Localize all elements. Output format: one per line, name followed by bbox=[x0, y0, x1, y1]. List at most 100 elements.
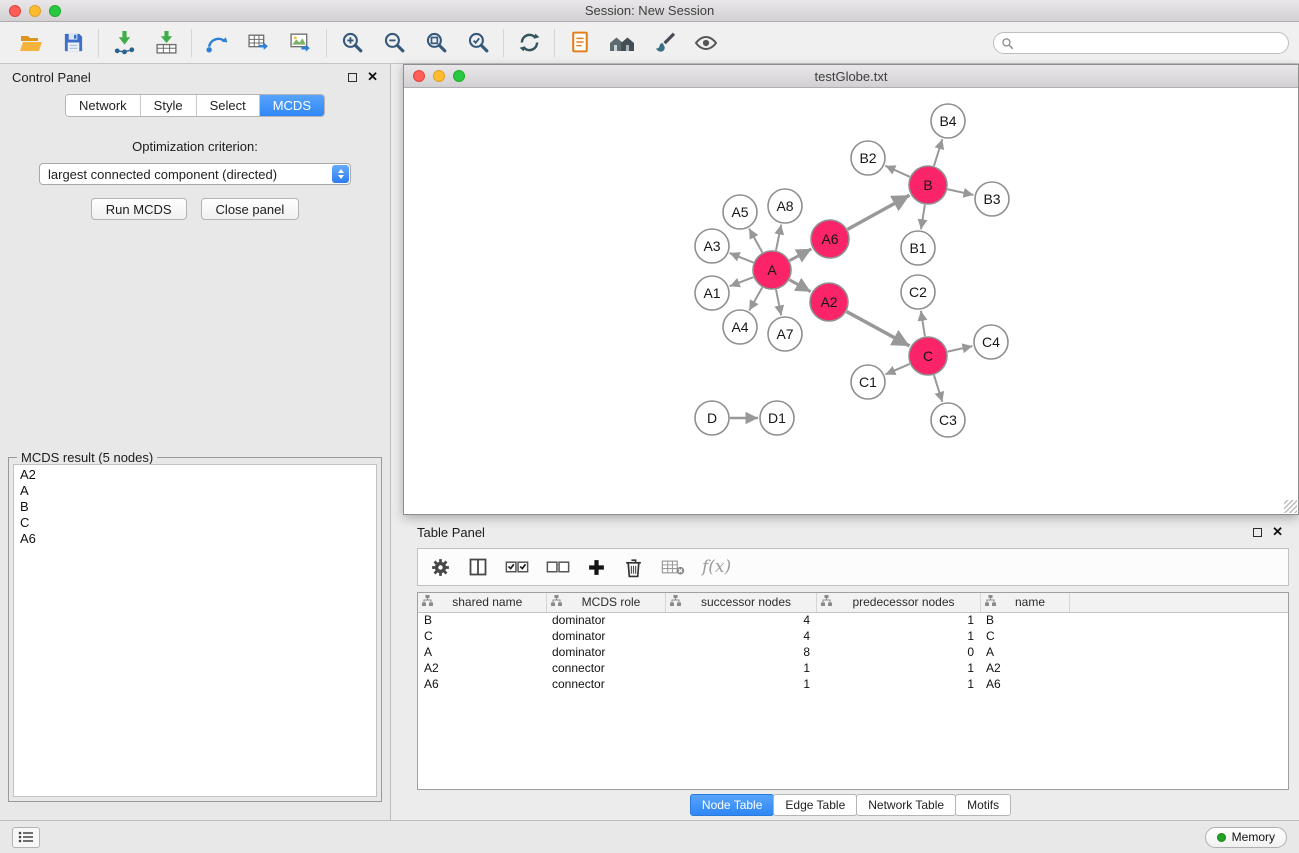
edge-A-A3[interactable] bbox=[730, 253, 754, 263]
tab-node-table[interactable]: Node Table bbox=[690, 794, 775, 816]
table-cell[interactable]: 4 bbox=[665, 628, 816, 644]
tab-network-table[interactable]: Network Table bbox=[856, 794, 956, 816]
refresh-view-button[interactable] bbox=[508, 25, 550, 61]
edge-C-C2[interactable] bbox=[921, 311, 925, 336]
delete-column-button[interactable] bbox=[661, 559, 685, 576]
table-cell[interactable]: A bbox=[418, 644, 546, 660]
table-row[interactable]: Adominator80A bbox=[418, 644, 1288, 660]
table-cell[interactable]: 1 bbox=[816, 676, 980, 692]
column-header-successor-nodes[interactable]: successor nodes bbox=[665, 593, 816, 612]
tab-style[interactable]: Style bbox=[141, 95, 197, 116]
tab-motifs[interactable]: Motifs bbox=[955, 794, 1011, 816]
table-cell[interactable]: dominator bbox=[546, 644, 665, 660]
table-cell[interactable]: B bbox=[418, 612, 546, 628]
zoom-in-button[interactable] bbox=[331, 25, 373, 61]
result-item[interactable]: A2 bbox=[20, 467, 370, 483]
edge-B-B3[interactable] bbox=[948, 189, 974, 195]
search-input[interactable] bbox=[993, 32, 1289, 54]
mcds-result-list[interactable]: A2ABCA6 bbox=[13, 464, 377, 797]
minimize-window-button[interactable] bbox=[29, 5, 41, 17]
tab-select[interactable]: Select bbox=[197, 95, 260, 116]
table-cell[interactable]: 0 bbox=[816, 644, 980, 660]
table-cell[interactable]: 1 bbox=[665, 660, 816, 676]
edge-B-B1[interactable] bbox=[921, 205, 925, 229]
edge-A2-C[interactable] bbox=[847, 312, 910, 346]
network-graph[interactable]: B4B2BB3A5A8A6A3B1AC2A1A2A4A7C4CC1C3DD1 bbox=[404, 88, 1298, 514]
edge-A6-B[interactable] bbox=[848, 195, 910, 229]
close-table-panel-icon[interactable]: ✕ bbox=[1272, 527, 1283, 537]
float-table-panel-icon[interactable] bbox=[1253, 528, 1262, 537]
result-item[interactable]: A bbox=[20, 483, 370, 499]
first-neighbors-button[interactable] bbox=[559, 25, 601, 61]
criterion-dropdown[interactable]: largest connected component (directed) bbox=[39, 163, 351, 185]
column-header-mcds-role[interactable]: MCDS role bbox=[546, 593, 665, 612]
resize-grip[interactable] bbox=[1284, 500, 1297, 513]
column-header-shared-name[interactable]: shared name bbox=[418, 593, 546, 612]
table-row[interactable]: A6connector11A6 bbox=[418, 676, 1288, 692]
network-window-titlebar[interactable]: testGlobe.txt bbox=[404, 65, 1298, 88]
home-button[interactable] bbox=[601, 25, 643, 61]
close-panel-button[interactable]: Close panel bbox=[201, 198, 300, 220]
float-panel-icon[interactable] bbox=[348, 73, 357, 82]
export-image-button[interactable] bbox=[280, 25, 322, 61]
tab-network[interactable]: Network bbox=[66, 95, 141, 116]
table-settings-button[interactable] bbox=[430, 557, 451, 578]
table-cell[interactable]: 8 bbox=[665, 644, 816, 660]
node-table-container[interactable]: shared nameMCDS rolesuccessor nodesprede… bbox=[417, 592, 1289, 790]
save-session-button[interactable] bbox=[52, 25, 94, 61]
show-column-button[interactable] bbox=[468, 557, 488, 577]
network-canvas[interactable]: B4B2BB3A5A8A6A3B1AC2A1A2A4A7C4CC1C3DD1 bbox=[404, 88, 1298, 514]
status-menu-button[interactable] bbox=[12, 827, 40, 848]
run-mcds-button[interactable]: Run MCDS bbox=[91, 198, 187, 220]
select-all-button[interactable] bbox=[505, 559, 529, 576]
table-cell[interactable]: 1 bbox=[816, 660, 980, 676]
show-hide-button[interactable] bbox=[685, 25, 727, 61]
edge-A-A8[interactable] bbox=[776, 225, 781, 251]
column-header-predecessor-nodes[interactable]: predecessor nodes bbox=[816, 593, 980, 612]
table-cell[interactable]: connector bbox=[546, 676, 665, 692]
style-button[interactable] bbox=[643, 25, 685, 61]
network-layout-button[interactable] bbox=[196, 25, 238, 61]
tab-edge-table[interactable]: Edge Table bbox=[773, 794, 857, 816]
table-cell[interactable]: A6 bbox=[980, 676, 1069, 692]
table-cell[interactable]: 1 bbox=[665, 676, 816, 692]
delete-row-button[interactable] bbox=[623, 557, 644, 578]
zoom-network-window-button[interactable] bbox=[453, 70, 465, 82]
zoom-out-button[interactable] bbox=[373, 25, 415, 61]
zoom-selected-button[interactable] bbox=[457, 25, 499, 61]
result-item[interactable]: A6 bbox=[20, 531, 370, 547]
edge-B-B4[interactable] bbox=[934, 139, 942, 166]
column-header-name[interactable]: name bbox=[980, 593, 1069, 612]
table-cell[interactable]: C bbox=[418, 628, 546, 644]
table-cell[interactable]: dominator bbox=[546, 612, 665, 628]
zoom-fit-button[interactable] bbox=[415, 25, 457, 61]
edge-B-B2[interactable] bbox=[885, 166, 909, 177]
result-item[interactable]: C bbox=[20, 515, 370, 531]
result-item[interactable]: B bbox=[20, 499, 370, 515]
close-panel-icon[interactable]: ✕ bbox=[367, 72, 378, 82]
table-cell[interactable]: A2 bbox=[418, 660, 546, 676]
memory-button[interactable]: Memory bbox=[1205, 827, 1287, 848]
edge-A-A7[interactable] bbox=[776, 290, 781, 316]
import-network-button[interactable] bbox=[103, 25, 145, 61]
export-table-button[interactable] bbox=[238, 25, 280, 61]
unselect-all-button[interactable] bbox=[546, 559, 570, 576]
table-cell[interactable]: B bbox=[980, 612, 1069, 628]
table-cell[interactable]: connector bbox=[546, 660, 665, 676]
edge-A-A4[interactable] bbox=[749, 287, 762, 310]
edge-A-A1[interactable] bbox=[730, 277, 754, 286]
table-cell[interactable]: C bbox=[980, 628, 1069, 644]
table-cell[interactable]: A bbox=[980, 644, 1069, 660]
edge-A-A2[interactable] bbox=[789, 280, 810, 292]
function-builder-button[interactable]: f(x) bbox=[702, 557, 731, 577]
edge-A-A5[interactable] bbox=[749, 229, 762, 253]
table-cell[interactable]: A6 bbox=[418, 676, 546, 692]
minimize-network-window-button[interactable] bbox=[433, 70, 445, 82]
edge-C-C1[interactable] bbox=[885, 364, 909, 374]
table-cell[interactable]: 4 bbox=[665, 612, 816, 628]
table-row[interactable]: A2connector11A2 bbox=[418, 660, 1288, 676]
tab-mcds[interactable]: MCDS bbox=[260, 95, 324, 116]
close-window-button[interactable] bbox=[9, 5, 21, 17]
table-cell[interactable]: 1 bbox=[816, 628, 980, 644]
open-file-button[interactable] bbox=[10, 25, 52, 61]
